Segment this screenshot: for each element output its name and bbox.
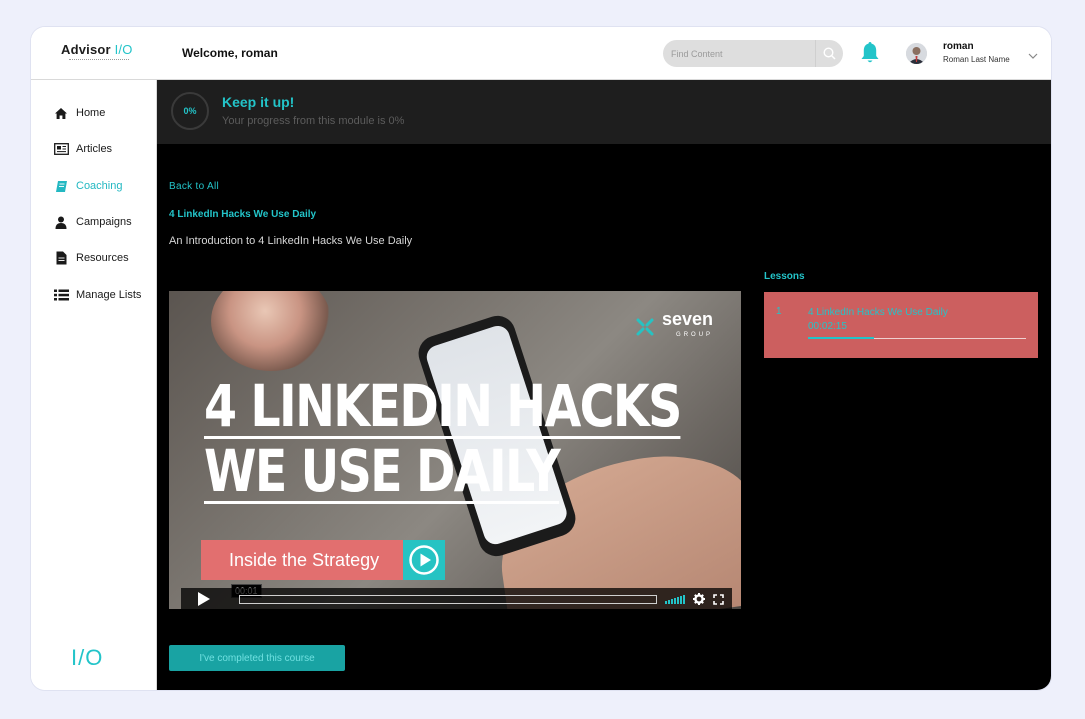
play-icon	[198, 592, 210, 606]
sidebar-item-label: Campaigns	[76, 216, 132, 228]
sidebar-item-resources[interactable]: Resources	[53, 250, 129, 266]
brand-name: seven	[662, 309, 714, 329]
app-window: Advisor I/O Welcome, roman roman Roman L…	[31, 27, 1051, 690]
sidebar-nav: Home Articles Coaching Campaigns Resourc…	[31, 80, 157, 690]
sidebar-item-home[interactable]: Home	[53, 105, 105, 121]
sidebar-item-label: Resources	[76, 252, 129, 264]
seven-logo-icon	[636, 318, 654, 336]
sidebar-item-manage-lists[interactable]: Manage Lists	[53, 287, 141, 303]
play-circle-icon	[409, 545, 439, 575]
search-icon	[823, 47, 836, 60]
sidebar-item-coaching[interactable]: Coaching	[53, 178, 122, 194]
sidebar-item-articles[interactable]: Articles	[53, 141, 112, 157]
gear-icon	[693, 593, 705, 605]
chevron-down-icon	[1028, 53, 1038, 59]
play-button[interactable]	[191, 588, 217, 609]
lesson-title: 4 LinkedIn Hacks We Use Daily 00:02:15	[808, 306, 1008, 334]
sidebar-item-campaigns[interactable]: Campaigns	[53, 214, 132, 230]
video-controls	[181, 588, 732, 609]
lesson-item[interactable]: 1 4 LinkedIn Hacks We Use Daily 00:02:15	[764, 292, 1038, 358]
user-icon	[53, 215, 69, 229]
search-button[interactable]	[815, 40, 843, 67]
progress-banner: 0% Keep it up! Your progress from this m…	[157, 80, 1051, 144]
brand-logo: seven GROUP	[634, 309, 714, 343]
logo-tagline	[69, 59, 129, 62]
lesson-progress-fill	[808, 337, 874, 339]
user-menu-toggle[interactable]	[1028, 47, 1038, 65]
user-full-name: Roman Last Name	[943, 55, 1010, 64]
avatar-image	[906, 43, 927, 64]
fullscreen-button[interactable]	[713, 593, 724, 605]
brand-sub: GROUP	[676, 332, 714, 338]
video-seek-bar[interactable]	[239, 594, 657, 604]
newspaper-icon	[53, 142, 69, 156]
lesson-duration: 00:02:15	[808, 321, 847, 332]
document-icon	[53, 251, 69, 265]
sidebar-item-label: Manage Lists	[76, 289, 142, 301]
home-icon	[53, 106, 69, 120]
progress-circle: 0%	[171, 92, 209, 130]
search-input[interactable]	[663, 40, 815, 67]
course-subtitle: An Introduction to 4 LinkedIn Hacks We U…	[169, 235, 413, 247]
sidebar-item-label: Articles	[76, 143, 113, 155]
progress-title: Keep it up!	[222, 94, 295, 110]
complete-course-button[interactable]: I've completed this course	[169, 645, 345, 671]
book-icon	[53, 179, 69, 193]
welcome-message: Welcome, roman	[182, 46, 278, 60]
bell-icon	[861, 42, 879, 63]
lesson-title-text: 4 LinkedIn Hacks We Use Daily	[808, 307, 948, 318]
search-bar	[663, 40, 843, 67]
sidebar-item-label: Home	[76, 107, 106, 119]
settings-button[interactable]	[693, 593, 705, 605]
main-content: 0% Keep it up! Your progress from this m…	[157, 80, 1051, 690]
user-name[interactable]: roman	[943, 41, 974, 52]
video-background-cup	[211, 291, 331, 371]
list-icon	[53, 288, 69, 302]
progress-subtitle: Your progress from this module is 0%	[222, 115, 405, 127]
logo-name: Advisor	[61, 42, 111, 57]
video-cta-play[interactable]	[403, 540, 445, 580]
fullscreen-icon	[713, 593, 724, 605]
app-logo[interactable]: Advisor I/O	[61, 41, 133, 62]
sidebar-item-label: Coaching	[76, 180, 123, 192]
avatar[interactable]	[906, 43, 927, 64]
video-headline-line2: WE USE DAILY	[204, 437, 561, 505]
logo-io: I/O	[114, 42, 133, 57]
back-to-all-link[interactable]: Back to All	[169, 181, 219, 192]
volume-control[interactable]	[665, 594, 685, 604]
video-player[interactable]: seven GROUP 4 LINKEDIN HACKS WE USE DAILY…	[169, 291, 741, 609]
course-title: 4 LinkedIn Hacks We Use Daily	[169, 209, 317, 220]
top-header: Advisor I/O Welcome, roman roman Roman L…	[31, 27, 1051, 80]
footer-logo: I/O	[71, 645, 104, 670]
lessons-heading: Lessons	[764, 271, 805, 282]
lesson-number: 1	[776, 306, 782, 317]
video-headline-line1: 4 LINKEDIN HACKS	[204, 372, 682, 440]
notifications-button[interactable]	[860, 41, 880, 70]
video-cta-banner: Inside the Strategy	[201, 540, 403, 580]
